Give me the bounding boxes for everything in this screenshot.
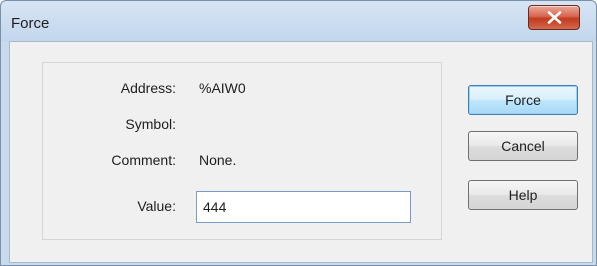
close-button[interactable] [528, 5, 580, 30]
close-icon [547, 11, 562, 24]
help-button[interactable]: Help [468, 180, 578, 210]
force-button[interactable]: Force [468, 85, 578, 115]
dialog-title: Force [11, 15, 50, 32]
dialog-client-area: Address: %AIW0 Symbol: Comment: None. Va… [9, 41, 593, 263]
symbol-label: Symbol: [125, 116, 176, 132]
value-input[interactable] [196, 191, 411, 223]
address-label: Address: [120, 80, 176, 96]
address-value: %AIW0 [199, 80, 246, 96]
force-dialog: Force Address: %AIW0 Symbol: Comment: No… [0, 0, 597, 266]
cancel-button[interactable]: Cancel [468, 131, 578, 161]
title-bar[interactable]: Force [1, 1, 596, 37]
value-label: Value: [137, 198, 176, 214]
comment-value: None. [199, 152, 237, 168]
comment-label: Comment: [111, 152, 176, 168]
